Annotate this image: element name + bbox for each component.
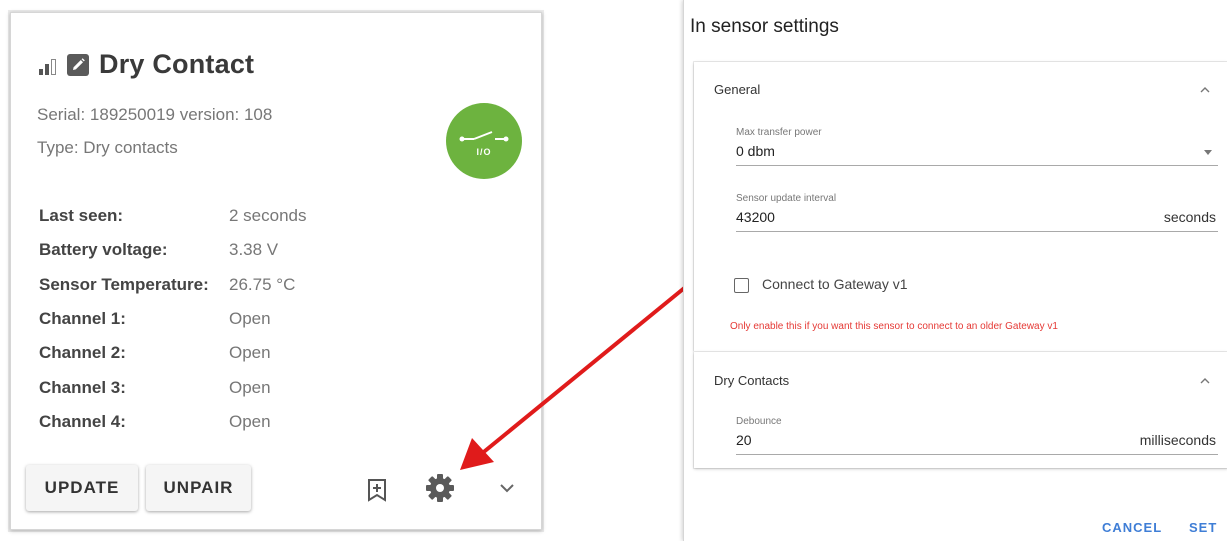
info-row-battery-voltage: Battery voltage: 3.38 V: [39, 233, 307, 267]
cancel-button[interactable]: CANCEL: [1102, 520, 1162, 535]
debounce-underline: [736, 454, 1218, 455]
sensor-card: Dry Contact Serial: 189250019 version: 1…: [10, 12, 542, 530]
dry-contacts-panel-header[interactable]: Dry Contacts: [714, 373, 789, 388]
max-power-underline: [736, 165, 1218, 166]
switch-icon: [459, 131, 509, 142]
update-interval-input[interactable]: 43200: [736, 209, 775, 225]
info-label: Last seen:: [39, 206, 124, 226]
chevron-up-icon[interactable]: [1200, 377, 1210, 384]
sensor-settings-dialog: In sensor settings General Max transfer …: [683, 0, 1227, 541]
unpair-button[interactable]: UNPAIR: [146, 465, 251, 511]
gateway-v1-label[interactable]: Connect to Gateway v1: [762, 276, 908, 292]
update-interval-underline: [736, 231, 1218, 232]
update-button[interactable]: UPDATE: [26, 465, 138, 511]
update-interval-label: Sensor update interval: [736, 193, 837, 204]
info-label: Channel 1:: [39, 309, 126, 329]
card-title: Dry Contact: [39, 49, 254, 80]
info-row-channel-3: Channel 3: Open: [39, 370, 307, 404]
update-interval-unit: seconds: [1163, 209, 1216, 225]
max-power-label: Max transfer power: [736, 127, 822, 138]
info-label: Channel 3:: [39, 377, 126, 397]
info-row-channel-4: Channel 4: Open: [39, 405, 307, 439]
info-label: Battery voltage:: [39, 240, 168, 260]
gear-icon[interactable]: [425, 473, 455, 503]
bookmark-add-icon[interactable]: [366, 478, 388, 502]
chevron-up-icon[interactable]: [1200, 86, 1210, 93]
edit-icon[interactable]: [66, 53, 90, 77]
sensor-serial: Serial: 189250019 version: 108: [37, 105, 273, 124]
dropdown-arrow-icon[interactable]: [1204, 150, 1212, 155]
info-value: Open: [229, 343, 271, 363]
info-value: 2 seconds: [229, 206, 307, 226]
dry-contact-status-icon: I/O: [446, 103, 522, 179]
dry-contacts-panel: Dry Contacts Debounce 20 milliseconds: [694, 352, 1227, 468]
gateway-v1-warning: Only enable this if you want this sensor…: [730, 321, 1058, 332]
dialog-title: In sensor settings: [690, 16, 839, 37]
info-value: Open: [229, 377, 271, 397]
chevron-down-icon[interactable]: [498, 481, 516, 495]
info-row-sensor-temperature: Sensor Temperature: 26.75 °C: [39, 268, 307, 302]
debounce-label: Debounce: [736, 416, 782, 427]
sensor-info-table: Last seen: 2 seconds Battery voltage: 3.…: [39, 199, 307, 439]
info-value: Open: [229, 411, 271, 431]
info-row-channel-2: Channel 2: Open: [39, 336, 307, 370]
debounce-input[interactable]: 20: [736, 432, 752, 448]
info-row-last-seen: Last seen: 2 seconds: [39, 199, 307, 233]
signal-strength-icon: [39, 55, 56, 75]
max-power-select[interactable]: 0 dbm: [736, 143, 775, 159]
status-icon-label: I/O: [476, 147, 492, 157]
info-value: 26.75 °C: [229, 274, 296, 294]
general-panel-header[interactable]: General: [714, 82, 760, 97]
info-label: Sensor Temperature:: [39, 274, 209, 294]
info-value: Open: [229, 309, 271, 329]
info-label: Channel 4:: [39, 411, 126, 431]
info-row-channel-1: Channel 1: Open: [39, 302, 307, 336]
sensor-name: Dry Contact: [99, 49, 255, 79]
set-button[interactable]: SET: [1189, 520, 1217, 535]
debounce-unit: milliseconds: [1139, 432, 1216, 448]
general-panel: General Max transfer power 0 dbm Sensor …: [694, 62, 1227, 351]
sensor-type: Type: Dry contacts: [37, 138, 178, 157]
info-label: Channel 2:: [39, 343, 126, 363]
gateway-v1-checkbox[interactable]: [734, 278, 749, 293]
info-value: 3.38 V: [229, 240, 279, 260]
